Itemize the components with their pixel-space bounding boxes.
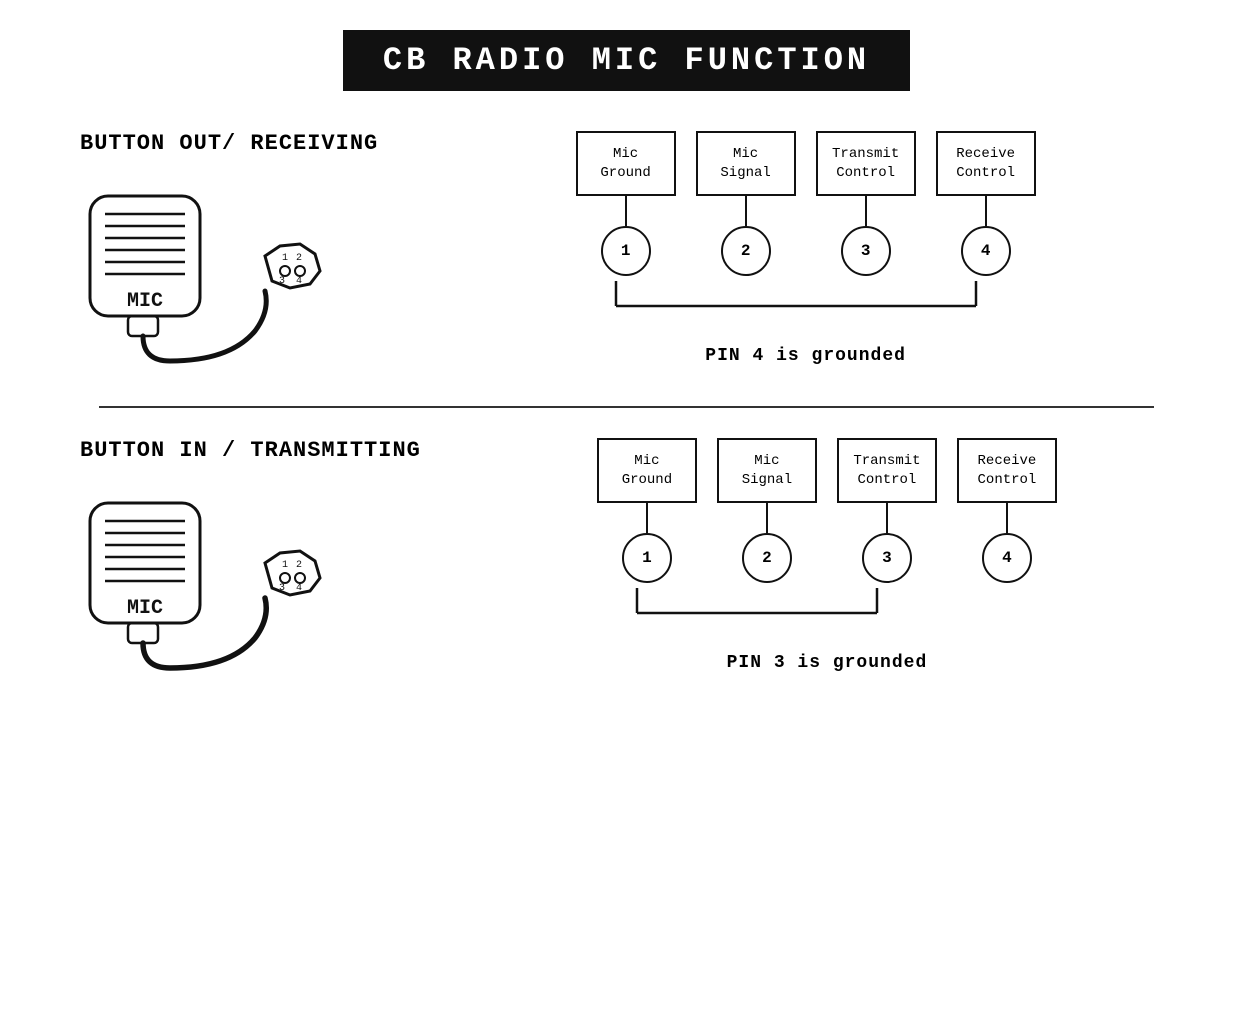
section-transmitting: BUTTON IN / TRANSMITTING MIC [40,438,1213,683]
mic-connector-receiving: MIC 1 2 3 4 [80,176,350,376]
pin-circle-2-2: 2 [742,533,792,583]
sections-wrapper: BUTTON OUT/ RECEIVING MIC [40,131,1213,683]
connector-line-1-1 [625,196,627,226]
section1-label: BUTTON OUT/ RECEIVING [80,131,378,156]
pin-box-1-3: TransmitControl [816,131,916,196]
pin-box-2-2: MicSignal [717,438,817,503]
svg-text:MIC: MIC [127,597,163,620]
pin-circle-2-1: 1 [622,533,672,583]
pin-box-2-1: MicGround [597,438,697,503]
pin-boxes-row-1: MicGround MicSignal TransmitControl Rece… [576,131,1036,196]
pin-circle-2-4: 4 [982,533,1032,583]
pin-box-1-1: MicGround [576,131,676,196]
pin-connector-1-4: 4 [936,196,1036,276]
pin-box-2-4: ReceiveControl [957,438,1057,503]
pin-circle-1-1: 1 [601,226,651,276]
ground-label-1: PIN 4 is grounded [705,346,906,366]
pin-connector-1-3: 3 [816,196,916,276]
section-divider [99,406,1155,408]
svg-text:3: 3 [279,276,285,287]
pin-connector-2-4: 4 [957,503,1057,583]
pin-circle-2-3: 3 [862,533,912,583]
pin-circle-1-3: 3 [841,226,891,276]
connector-line-2-2 [766,503,768,533]
connector-line-1-3 [865,196,867,226]
right-side-receiving: MicGround MicSignal TransmitControl Rece… [438,131,1173,366]
connector-line-1-4 [985,196,987,226]
pin-connector-1-1: 1 [576,196,676,276]
svg-text:1: 1 [282,253,288,264]
mic-connector-transmitting: MIC 1 2 3 4 [80,483,350,683]
ground-line-svg-1 [566,276,1046,331]
mic-svg-transmitting: MIC 1 2 3 4 [80,483,350,683]
ground-line-svg-2 [587,583,1067,638]
page-title: CB RADIO MIC FUNCTION [383,42,870,79]
connector-line-2-1 [646,503,648,533]
pin-box-2-3: TransmitControl [837,438,937,503]
ground-label-2: PIN 3 is grounded [727,653,928,673]
pin-circle-1-2: 2 [721,226,771,276]
svg-text:1: 1 [282,560,288,571]
section-receiving: BUTTON OUT/ RECEIVING MIC [40,131,1213,376]
svg-text:4: 4 [296,276,302,287]
mic-svg-receiving: MIC 1 2 3 4 [80,176,350,376]
svg-text:4: 4 [296,583,302,594]
section2-label: BUTTON IN / TRANSMITTING [80,438,421,463]
connector-line-2-3 [886,503,888,533]
page-container: CB RADIO MIC FUNCTION BUTTON OUT/ RECEIV… [0,0,1253,1024]
left-side-receiving: BUTTON OUT/ RECEIVING MIC [80,131,378,376]
pin-connector-1-2: 2 [696,196,796,276]
svg-text:MIC: MIC [127,290,163,313]
svg-text:2: 2 [296,560,302,571]
right-side-transmitting: MicGround MicSignal TransmitControl Rece… [481,438,1173,673]
connector-line-1-2 [745,196,747,226]
left-side-transmitting: BUTTON IN / TRANSMITTING MIC [80,438,421,683]
pin-lines-row-2: 1 2 3 4 [597,503,1057,583]
ground-svg-container-1 [438,276,1173,331]
pin-circle-1-4: 4 [961,226,1011,276]
pin-box-1-4: ReceiveControl [936,131,1036,196]
title-bar: CB RADIO MIC FUNCTION [343,30,910,91]
svg-text:2: 2 [296,253,302,264]
pin-box-1-2: MicSignal [696,131,796,196]
ground-svg-container-2 [481,583,1173,638]
pin-connector-2-1: 1 [597,503,697,583]
pin-lines-row-1: 1 2 3 4 [576,196,1036,276]
connector-line-2-4 [1006,503,1008,533]
pin-connector-2-2: 2 [717,503,817,583]
svg-text:3: 3 [279,583,285,594]
pin-connector-2-3: 3 [837,503,937,583]
pin-boxes-row-2: MicGround MicSignal TransmitControl Rece… [597,438,1057,503]
